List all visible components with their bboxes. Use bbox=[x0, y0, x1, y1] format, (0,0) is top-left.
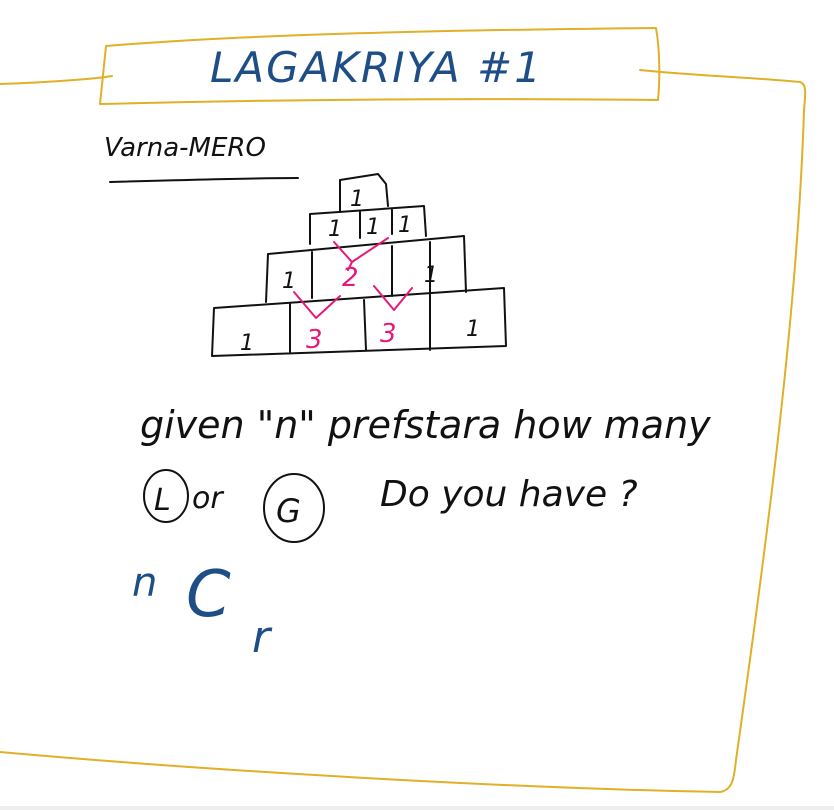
pyramid-row2-cell-3: 1 bbox=[398, 213, 412, 238]
pink-arrows-row4-left bbox=[293, 291, 341, 319]
pyramid-row3-cell-3: 1 bbox=[424, 263, 438, 288]
question-or: or bbox=[192, 481, 224, 516]
bottom-scrollbar bbox=[0, 806, 834, 810]
subtitle-underline bbox=[109, 177, 299, 183]
question-line-3: Do you have ? bbox=[380, 474, 638, 515]
pyramid-row4-cell-3: 3 bbox=[380, 319, 397, 349]
pyramid-row3-cell-2: 2 bbox=[342, 263, 359, 293]
question-line-1: given "n" prefstara how many bbox=[140, 403, 711, 447]
page-title: LAGAKRIYA #1 bbox=[210, 43, 543, 92]
pyramid-row4-cell-4: 1 bbox=[466, 317, 480, 342]
formula-c: C bbox=[186, 558, 231, 632]
note-canvas: LAGAKRIYA #1 Varna-MERO 1 1 1 1 1 1 1 1 bbox=[0, 0, 834, 810]
circled-left-text: L bbox=[154, 483, 171, 518]
pyramid-row4 bbox=[211, 287, 507, 357]
formula-n: n bbox=[132, 560, 157, 606]
pyramid-row3-cell-1: 1 bbox=[282, 269, 296, 294]
pyramid-row4-cell-1: 1 bbox=[240, 331, 254, 356]
pyramid-top-box bbox=[339, 173, 389, 213]
handwritten-note: LAGAKRIYA #1 Varna-MERO 1 1 1 1 1 1 1 1 bbox=[0, 27, 807, 793]
circled-right-text: G bbox=[276, 492, 301, 530]
pyramid-row4-cell-2: 3 bbox=[306, 325, 323, 355]
pyramid-top-cell: 1 bbox=[350, 187, 364, 212]
pyramid-row2-cell-2: 1 bbox=[366, 215, 380, 240]
subtitle: Varna-MERO bbox=[104, 133, 266, 163]
formula-r: r bbox=[252, 612, 273, 663]
pyramid-row2-cell-1: 1 bbox=[328, 217, 342, 242]
